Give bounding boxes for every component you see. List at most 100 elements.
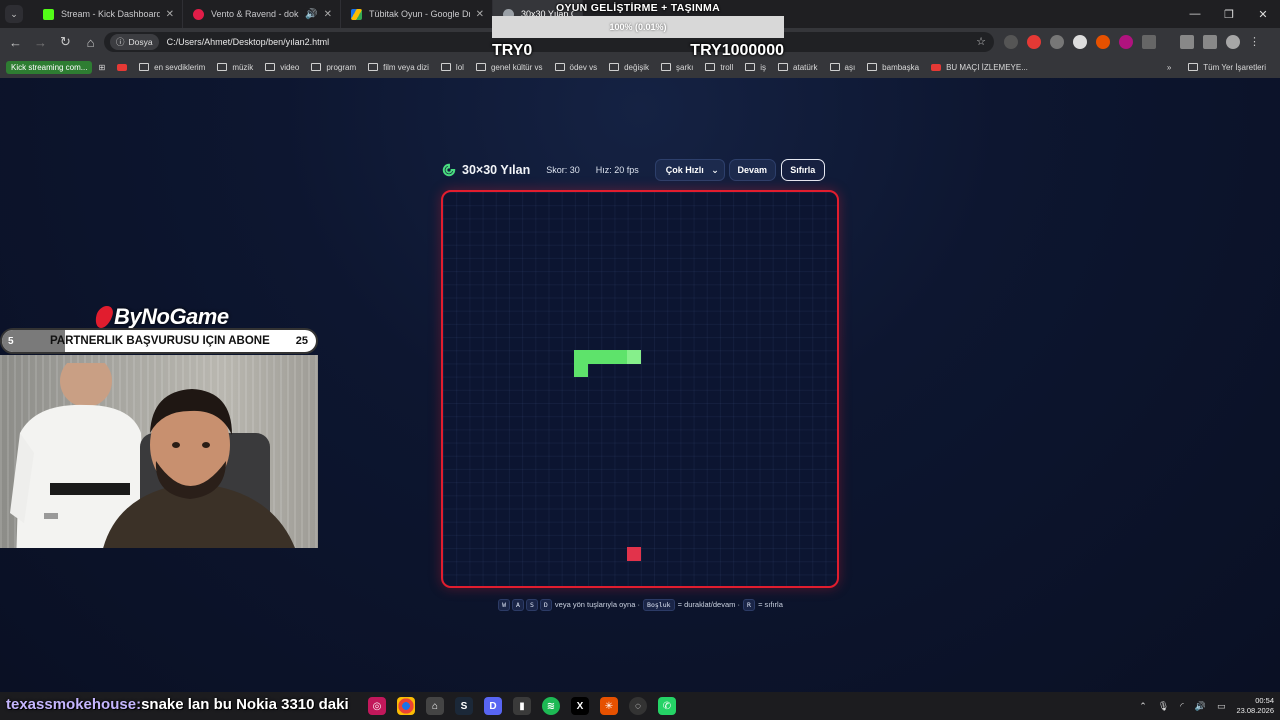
tab-kick-dashboard[interactable]: Stream - Kick Dashboard ✕ — [33, 0, 183, 28]
x-icon[interactable]: X — [571, 697, 589, 715]
bookmark-folder[interactable]: aşı — [824, 63, 862, 72]
bookmark-folder[interactable]: ödev vs — [549, 63, 604, 72]
tab-vento-ravend[interactable]: Vento & Ravend - dokunma 🔊 ✕ — [183, 0, 341, 28]
bookmark-folder[interactable]: video — [259, 63, 305, 72]
snake-segment — [587, 349, 602, 364]
close-icon[interactable]: ✕ — [166, 9, 174, 20]
bookmark-folder[interactable]: troll — [699, 63, 739, 72]
all-bookmarks-folder[interactable]: Tüm Yer İşaretleri — [1182, 63, 1272, 72]
bookmark-label: genel kültür vs — [490, 62, 543, 72]
bynogame-mark-icon — [93, 306, 115, 328]
bookmark-label: müzik — [232, 62, 254, 72]
bookmark-label: değişik — [624, 62, 650, 72]
game-board[interactable] — [441, 190, 839, 588]
clock-time: 00:54 — [1255, 696, 1274, 705]
bookmark-folder[interactable]: program — [305, 63, 362, 72]
bookmark-folder[interactable]: şarkı — [655, 63, 699, 72]
chat-username: texassmokehouse: — [6, 695, 142, 713]
close-window-icon[interactable]: ✕ — [1246, 0, 1280, 28]
snake-head — [626, 349, 641, 364]
reading-list-icon[interactable] — [1203, 35, 1217, 49]
bookmark-youtube-match[interactable]: BU MAÇI İZLEMEYE... — [925, 63, 1034, 72]
key-d: D — [539, 599, 552, 611]
extension-icon[interactable] — [1119, 35, 1133, 49]
bookmark-folder[interactable]: atatürk — [772, 63, 823, 72]
bookmark-label: en sevdiklerim — [154, 62, 206, 72]
avatar[interactable] — [1226, 35, 1240, 49]
discord-icon[interactable]: D — [484, 697, 502, 715]
bookmark-folder[interactable]: genel kültür vs — [470, 63, 549, 72]
streamer — [103, 389, 295, 548]
snake-segment — [574, 362, 589, 377]
chevron-up-icon[interactable]: ⌃ — [1139, 701, 1147, 712]
volume-icon[interactable]: 🔊 — [1195, 701, 1206, 712]
reset-button[interactable]: Sıfırla — [780, 159, 825, 181]
bookmark-label: bambaşka — [882, 62, 920, 72]
instagram-icon[interactable]: ◎ — [368, 697, 386, 715]
steam-icon[interactable]: S — [455, 697, 473, 715]
bookmark-label: şarkı — [676, 62, 694, 72]
wifi-icon[interactable]: ◜ — [1180, 701, 1184, 712]
site-info-chip[interactable]: ⓘ Dosya — [110, 34, 159, 50]
whatsapp-icon[interactable]: ✆ — [658, 697, 676, 715]
extension-icon[interactable] — [1096, 35, 1110, 49]
bookmark-folder[interactable]: müzik — [211, 63, 259, 72]
puzzle-icon[interactable] — [1142, 35, 1156, 49]
bookmark-label: Tüm Yer İşaretleri — [1203, 62, 1266, 72]
score-label: Skor: 30 — [546, 165, 580, 175]
extension-icon[interactable] — [1004, 35, 1018, 49]
youtube-music-icon — [193, 8, 204, 20]
menu-kebab-icon[interactable]: ⋮ — [1249, 35, 1263, 49]
spotify-icon[interactable]: ≋ — [542, 697, 560, 715]
microphone-icon[interactable]: 🎙 — [1158, 701, 1169, 712]
bookmark-youtube[interactable] — [111, 63, 133, 71]
bookmark-star-icon[interactable]: ☆ — [976, 35, 986, 48]
extension-icon[interactable] — [1073, 35, 1087, 49]
minimize-icon[interactable]: — — [1178, 0, 1212, 28]
files-icon[interactable]: ▮ — [513, 697, 531, 715]
maximize-icon[interactable]: ❐ — [1212, 0, 1246, 28]
apps-grid-icon[interactable]: ⊞ — [92, 63, 111, 72]
folder-icon — [217, 63, 228, 71]
tab-search-button[interactable]: ⌄ — [5, 5, 23, 23]
bookmark-label: troll — [720, 62, 734, 72]
close-icon[interactable]: ✕ — [324, 9, 332, 20]
extension-icon[interactable] — [1027, 35, 1041, 49]
folder-icon — [705, 63, 716, 71]
forward-arrow-icon[interactable]: → — [28, 28, 53, 56]
more-bookmarks-icon[interactable]: » — [1161, 63, 1177, 72]
chrome-icon[interactable] — [397, 697, 415, 715]
bookmark-label: lol — [455, 62, 464, 72]
app-icon[interactable]: ⌂ — [426, 697, 444, 715]
reload-icon[interactable]: ↻ — [53, 28, 78, 56]
bookmark-folder[interactable]: iş — [739, 63, 772, 72]
bookmark-folder[interactable]: en sevdiklerim — [133, 63, 211, 72]
bookmark-kick[interactable]: Kick streaming com... — [6, 60, 93, 74]
openai-icon[interactable]: ◌ — [629, 697, 647, 715]
claude-icon[interactable]: ✳ — [600, 697, 618, 715]
tab-label: Vento & Ravend - dokunma — [211, 9, 299, 19]
google-drive-icon — [351, 8, 362, 20]
bookmark-label: program — [326, 62, 357, 72]
download-icon[interactable] — [1180, 35, 1194, 49]
bookmark-folder[interactable]: değişik — [603, 63, 655, 72]
pause-resume-button[interactable]: Devam — [728, 159, 776, 181]
bookmark-folder[interactable]: lol — [435, 63, 470, 72]
bookmark-folder[interactable]: bambaşka — [861, 63, 925, 72]
close-icon[interactable]: ✕ — [476, 9, 484, 20]
hint-text-play: veya yön tuşlarıyla oyna · — [554, 600, 640, 609]
donation-progress-bar: 100% (0.01%) — [492, 16, 784, 38]
snake-segment — [574, 349, 589, 364]
speaker-icon[interactable]: 🔊 — [305, 9, 317, 20]
kick-icon — [43, 8, 54, 20]
home-icon[interactable]: ⌂ — [78, 28, 103, 56]
bookmark-folder[interactable]: film veya dizi — [362, 63, 435, 72]
youtube-icon — [931, 63, 942, 71]
battery-icon[interactable]: ▭ — [1217, 701, 1226, 712]
tab-google-drive[interactable]: Tübitak Oyun - Google Drive ✕ — [341, 0, 493, 28]
speed-select[interactable]: Çok Hızlı ⌄ — [654, 159, 725, 181]
clock[interactable]: 00:54 23.08.2026 — [1236, 696, 1274, 716]
extension-icon[interactable] — [1050, 35, 1064, 49]
key-space: Boşluk — [643, 599, 675, 611]
back-arrow-icon[interactable]: ← — [3, 28, 28, 56]
